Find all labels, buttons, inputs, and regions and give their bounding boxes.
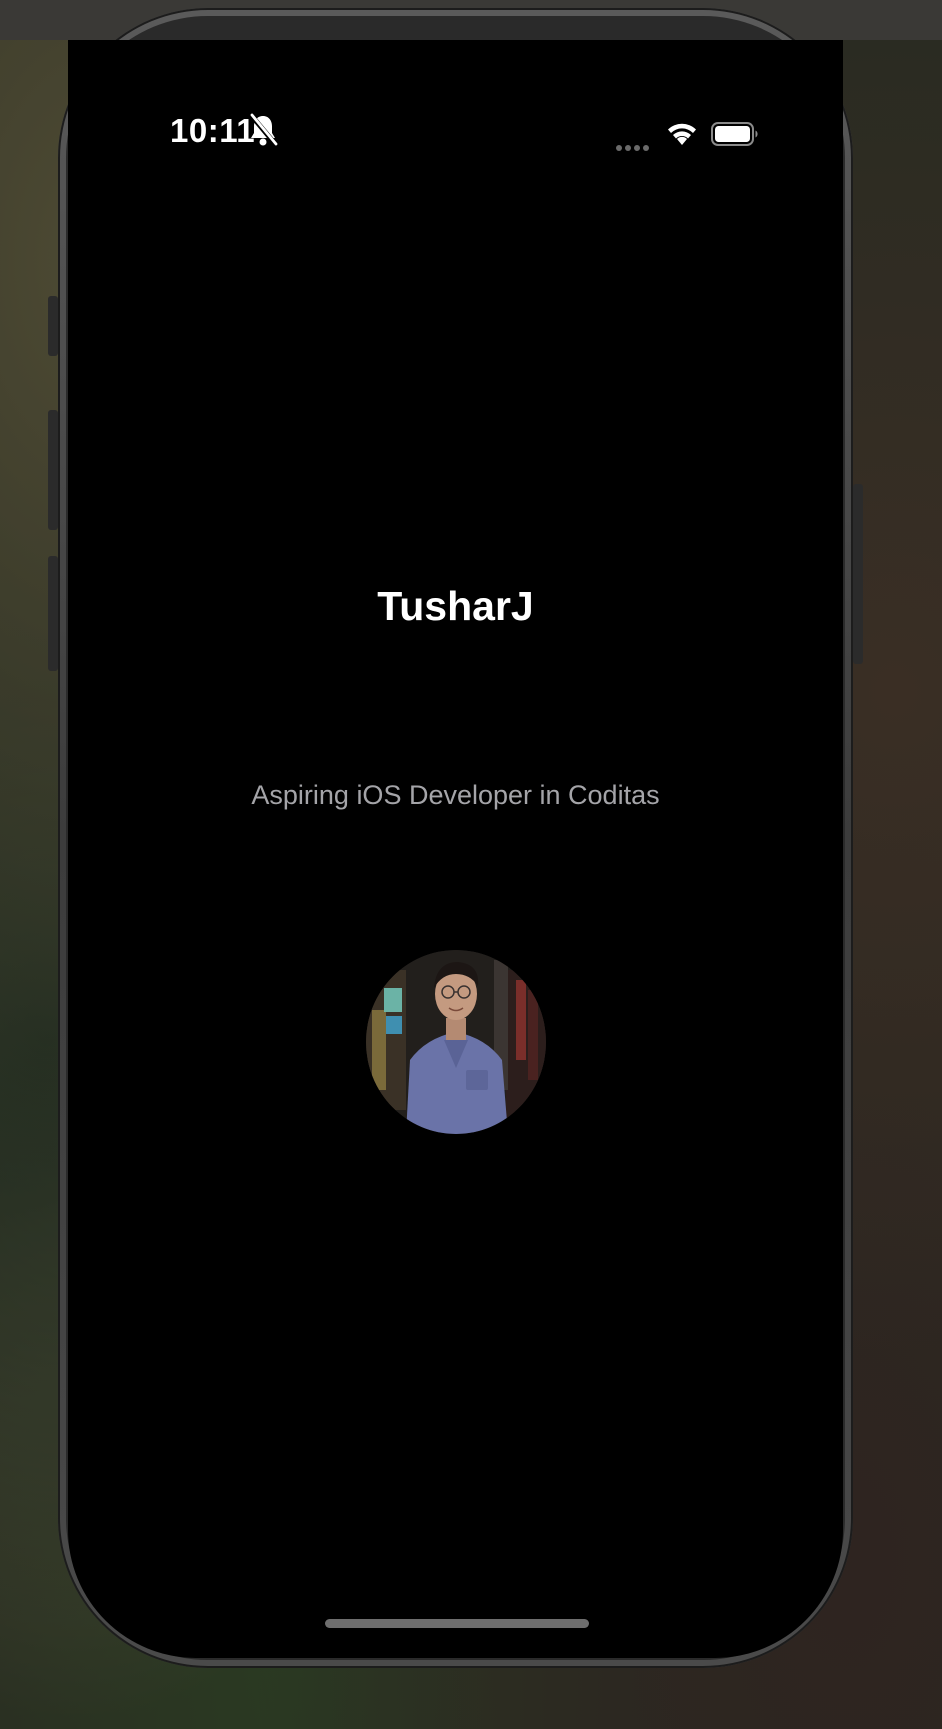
silent-switch — [48, 296, 58, 356]
app-screen: 10:11 TusharJ Aspiring iOS Developer in … — [68, 40, 843, 1658]
bell-slash-icon — [249, 113, 278, 147]
battery-icon — [711, 122, 758, 146]
profile-photo — [366, 950, 546, 1134]
cellular-signal-icon — [616, 138, 652, 156]
volume-down-button — [48, 556, 58, 671]
status-time: 10:11 — [170, 112, 256, 149]
volume-up-button — [48, 410, 58, 530]
status-bar: 10:11 — [68, 40, 843, 151]
wifi-icon — [668, 123, 696, 145]
profile-name: TusharJ — [377, 583, 534, 629]
home-indicator[interactable] — [325, 1619, 589, 1628]
profile-tagline: Aspiring iOS Developer in Coditas — [251, 780, 660, 810]
power-button — [853, 484, 863, 664]
